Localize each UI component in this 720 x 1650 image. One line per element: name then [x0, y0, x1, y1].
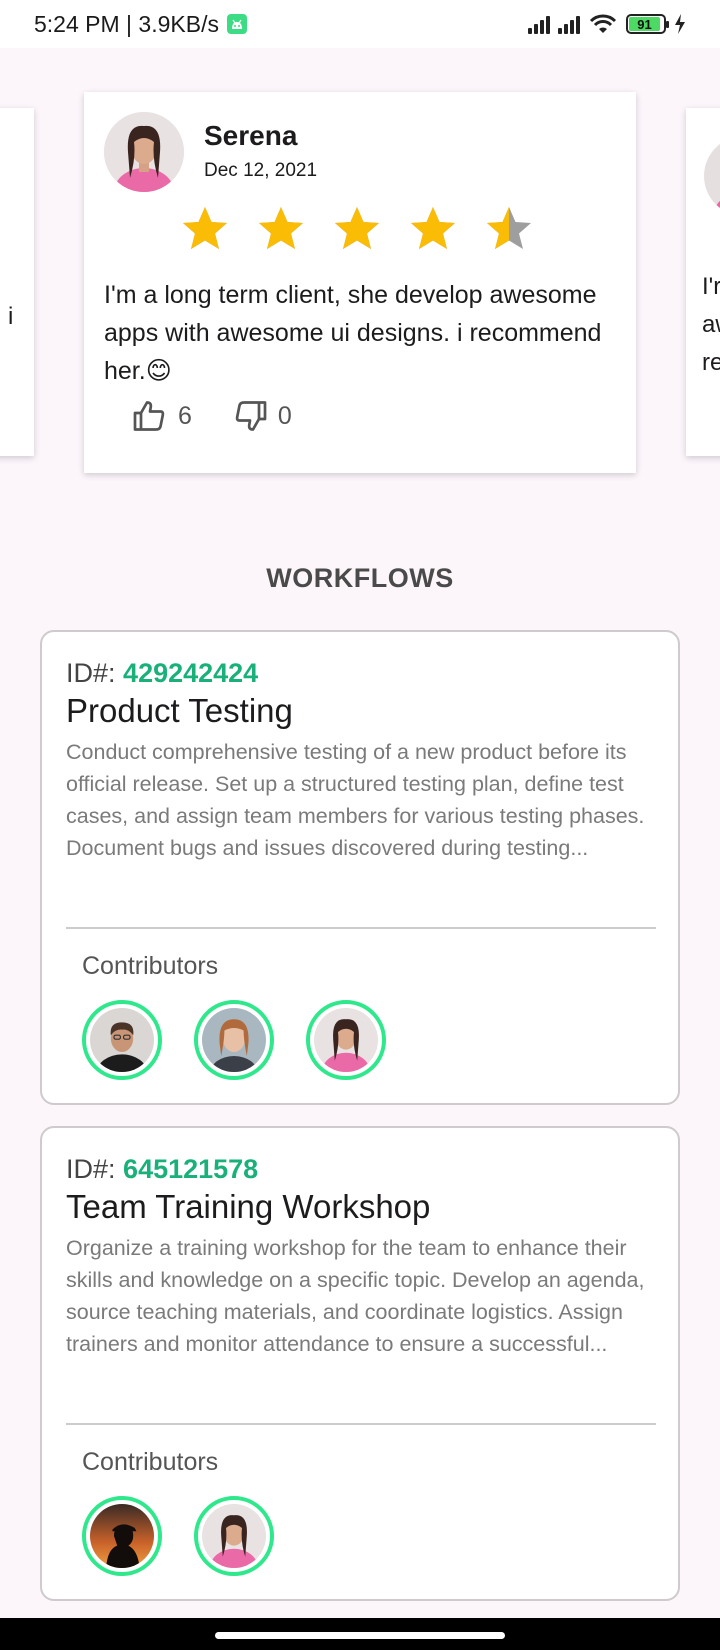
star-icon [487, 207, 531, 249]
like-count: 6 [178, 401, 192, 430]
dislike-count: 0 [277, 401, 292, 430]
status-bar: 5:24 PM | 3.9KB/s 91 [0, 0, 720, 48]
review-card-previous[interactable]: i [0, 108, 34, 456]
contributors-label: Contributors [82, 1448, 219, 1476]
reviewer-avatar [104, 112, 184, 192]
review-text: I'm a long term client, she develop awes… [104, 281, 602, 385]
review-card-next[interactable]: I'r aw re [686, 108, 720, 456]
status-time-speed: 5:24 PM | 3.9KB/s [34, 10, 219, 37]
thumbs-up-icon [133, 401, 165, 431]
android-notification-icon [226, 14, 247, 34]
star-icon [183, 207, 227, 249]
peek-text-line: re [702, 349, 720, 376]
dislike-button[interactable]: 0 [232, 398, 292, 434]
wifi-icon [589, 14, 617, 33]
contributor-avatar[interactable] [82, 1000, 162, 1080]
workflow-description: Conduct comprehensive testing of a new p… [66, 740, 645, 860]
workflow-id-label: ID#: [66, 658, 116, 688]
star-icon [411, 207, 455, 249]
divider [66, 927, 656, 929]
workflow-title: Product Testing [66, 692, 293, 729]
signal-icon [528, 14, 550, 34]
workflow-id-number: 645121578 [123, 1154, 259, 1184]
workflow-description: Organize a training workshop for the tea… [66, 1236, 645, 1356]
star-rating [180, 204, 534, 254]
contributor-avatars [82, 1496, 274, 1576]
vote-row: 6 0 [132, 398, 292, 434]
signal-icon-2 [558, 14, 580, 34]
battery-icon: 91 [626, 14, 669, 34]
status-left: 5:24 PM | 3.9KB/s [34, 11, 247, 38]
workflow-title: Team Training Workshop [66, 1188, 431, 1225]
divider [66, 1423, 656, 1425]
like-button[interactable]: 6 [132, 398, 192, 434]
workflow-id-number: 429242424 [123, 658, 259, 688]
reviewer-name: Serena [204, 120, 298, 151]
peek-text-line: aw [702, 311, 720, 338]
review-date: Dec 12, 2021 [204, 160, 318, 181]
contributor-avatars [82, 1000, 386, 1080]
section-title: WORKFLOWS [266, 563, 454, 593]
contributors-label: Contributors [82, 952, 219, 980]
home-gesture-handle[interactable] [215, 1632, 505, 1639]
peek-text: i [8, 303, 14, 330]
star-icon [259, 207, 303, 249]
peek-text-line: I'r [702, 273, 720, 300]
star-icon [335, 207, 379, 249]
battery-level: 91 [629, 17, 660, 32]
workflow-card[interactable]: ID#: 429242424 Product Testing Conduct c… [40, 630, 680, 1105]
thumbs-down-icon [235, 401, 267, 431]
contributor-avatar[interactable] [194, 1496, 274, 1576]
workflow-id: ID#: 429242424 [66, 658, 258, 689]
charging-icon [675, 14, 685, 34]
status-right: 91 [528, 13, 686, 35]
system-nav-bar [0, 1618, 720, 1650]
avatar [704, 136, 720, 216]
contributor-avatar[interactable] [194, 1000, 274, 1080]
contributor-avatar[interactable] [82, 1496, 162, 1576]
workflow-card[interactable]: ID#: 645121578 Team Training Workshop Or… [40, 1126, 680, 1601]
review-card[interactable]: Serena Dec 12, 2021 I'm a long term clie… [84, 92, 636, 473]
contributor-avatar[interactable] [306, 1000, 386, 1080]
workflow-id-label: ID#: [66, 1154, 116, 1184]
workflow-id: ID#: 645121578 [66, 1154, 258, 1185]
